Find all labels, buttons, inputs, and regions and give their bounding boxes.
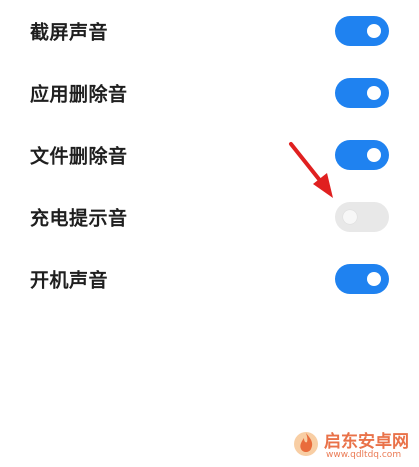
app-delete-sound-toggle[interactable] bbox=[335, 78, 389, 108]
toggle-knob bbox=[367, 86, 381, 100]
watermark-url: www.qdltdq.com bbox=[326, 450, 402, 460]
setting-label: 文件删除音 bbox=[30, 145, 128, 168]
setting-row-screenshot-sound: 截屏声音 bbox=[0, 0, 419, 62]
watermark: 启东安卓网 www.qdltdq.com bbox=[292, 427, 414, 463]
watermark-title: 启东安卓网 bbox=[324, 432, 409, 452]
screenshot-sound-toggle[interactable] bbox=[335, 16, 389, 46]
setting-label: 应用删除音 bbox=[30, 83, 128, 106]
toggle-knob bbox=[367, 24, 381, 38]
toggle-knob bbox=[367, 148, 381, 162]
setting-row-app-delete-sound: 应用删除音 bbox=[0, 62, 419, 124]
file-delete-sound-toggle[interactable] bbox=[335, 140, 389, 170]
toggle-knob bbox=[343, 210, 357, 224]
setting-row-charging-sound: 充电提示音 bbox=[0, 186, 419, 248]
boot-sound-toggle[interactable] bbox=[335, 264, 389, 294]
setting-label: 开机声音 bbox=[30, 269, 109, 292]
charging-sound-toggle[interactable] bbox=[335, 202, 389, 232]
setting-label: 截屏声音 bbox=[30, 21, 109, 44]
setting-row-file-delete-sound: 文件删除音 bbox=[0, 124, 419, 186]
setting-row-boot-sound: 开机声音 bbox=[0, 248, 419, 310]
setting-label: 充电提示音 bbox=[30, 207, 128, 230]
flame-logo-icon bbox=[294, 432, 318, 456]
toggle-knob bbox=[367, 272, 381, 286]
